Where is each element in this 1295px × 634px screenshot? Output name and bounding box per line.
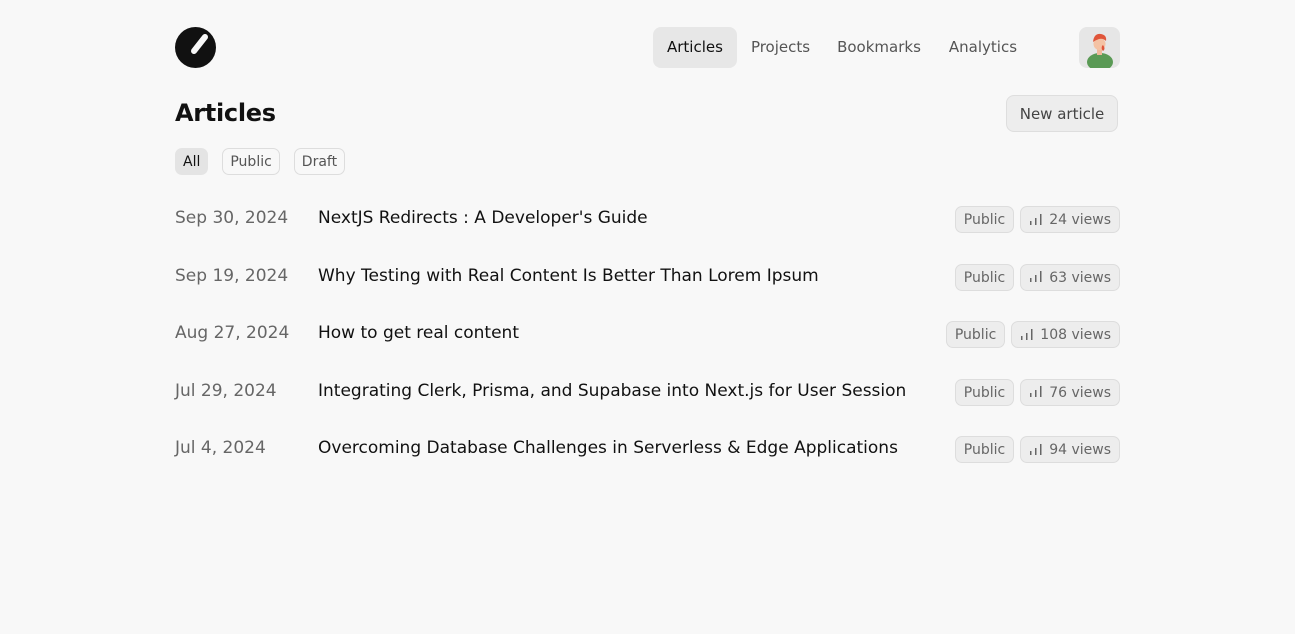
article-date: Sep 30, 2024 bbox=[175, 208, 289, 228]
new-article-button[interactable]: New article bbox=[1006, 95, 1118, 132]
article-badges: Public 94 views bbox=[954, 436, 1120, 463]
nav-articles[interactable]: Articles bbox=[653, 27, 737, 68]
nav-bookmarks[interactable]: Bookmarks bbox=[823, 27, 935, 68]
article-badges: Public 24 views bbox=[954, 206, 1120, 233]
views-count: 63 views bbox=[1049, 269, 1111, 286]
article-row[interactable]: Sep 19, 2024 Why Testing with Real Conte… bbox=[175, 258, 1120, 316]
article-row[interactable]: Sep 30, 2024 NextJS Redirects : A Develo… bbox=[175, 200, 1120, 258]
article-date: Sep 19, 2024 bbox=[175, 265, 289, 286]
article-badges: Public 63 views bbox=[954, 263, 1120, 291]
article-row[interactable]: Jul 4, 2024 Overcoming Database Challeng… bbox=[175, 430, 1120, 488]
status-badge: Public bbox=[954, 206, 1015, 233]
status-badge: Public bbox=[945, 321, 1006, 348]
article-title[interactable]: Why Testing with Real Content Is Better … bbox=[318, 266, 819, 286]
views-count: 76 views bbox=[1049, 384, 1111, 401]
bar-chart-icon bbox=[1030, 386, 1042, 397]
bar-chart-icon bbox=[1021, 328, 1033, 340]
views-badge: 108 views bbox=[1011, 321, 1120, 348]
views-count: 24 views bbox=[1049, 212, 1111, 228]
bar-chart-icon bbox=[1030, 443, 1042, 455]
article-badges: Public 108 views bbox=[945, 321, 1120, 348]
article-row[interactable]: Aug 27, 2024 How to get real content Pub… bbox=[175, 315, 1120, 373]
nav-projects[interactable]: Projects bbox=[737, 27, 824, 68]
filter-pills: All Public Draft bbox=[175, 148, 359, 175]
views-badge: 94 views bbox=[1020, 436, 1120, 463]
views-count: 108 views bbox=[1040, 327, 1111, 343]
article-title[interactable]: Integrating Clerk, Prisma, and Supabase … bbox=[318, 381, 906, 401]
user-avatar-icon bbox=[1087, 33, 1113, 68]
filter-all[interactable]: All bbox=[175, 148, 209, 175]
views-count: 94 views bbox=[1049, 442, 1111, 458]
article-date: Aug 27, 2024 bbox=[175, 323, 290, 343]
status-badge: Public bbox=[954, 263, 1015, 291]
article-title[interactable]: How to get real content bbox=[318, 323, 519, 343]
filter-public[interactable]: Public bbox=[222, 148, 280, 175]
article-list: Sep 30, 2024 NextJS Redirects : A Develo… bbox=[175, 200, 1120, 488]
top-nav: Articles Projects Bookmarks Analytics bbox=[653, 27, 1031, 68]
article-row[interactable]: Jul 29, 2024 Integrating Clerk, Prisma, … bbox=[175, 373, 1120, 431]
views-badge: 24 views bbox=[1020, 206, 1120, 233]
bar-chart-icon bbox=[1030, 213, 1042, 225]
avatar[interactable] bbox=[1079, 27, 1120, 68]
views-badge: 63 views bbox=[1020, 263, 1120, 291]
page-title: Articles bbox=[175, 99, 276, 127]
bar-chart-icon bbox=[1030, 271, 1042, 282]
logo-icon[interactable] bbox=[175, 27, 216, 68]
article-badges: Public 76 views bbox=[954, 378, 1120, 406]
filter-draft[interactable]: Draft bbox=[293, 148, 346, 175]
article-date: Jul 4, 2024 bbox=[175, 438, 266, 458]
views-badge: 76 views bbox=[1020, 378, 1120, 406]
status-badge: Public bbox=[954, 436, 1015, 463]
status-badge: Public bbox=[954, 378, 1015, 406]
article-date: Jul 29, 2024 bbox=[175, 380, 277, 401]
page: Articles Projects Bookmarks Analytics Ar… bbox=[0, 0, 1295, 634]
article-title[interactable]: NextJS Redirects : A Developer's Guide bbox=[318, 208, 648, 228]
article-title[interactable]: Overcoming Database Challenges in Server… bbox=[318, 438, 898, 458]
nav-analytics[interactable]: Analytics bbox=[935, 27, 1031, 68]
